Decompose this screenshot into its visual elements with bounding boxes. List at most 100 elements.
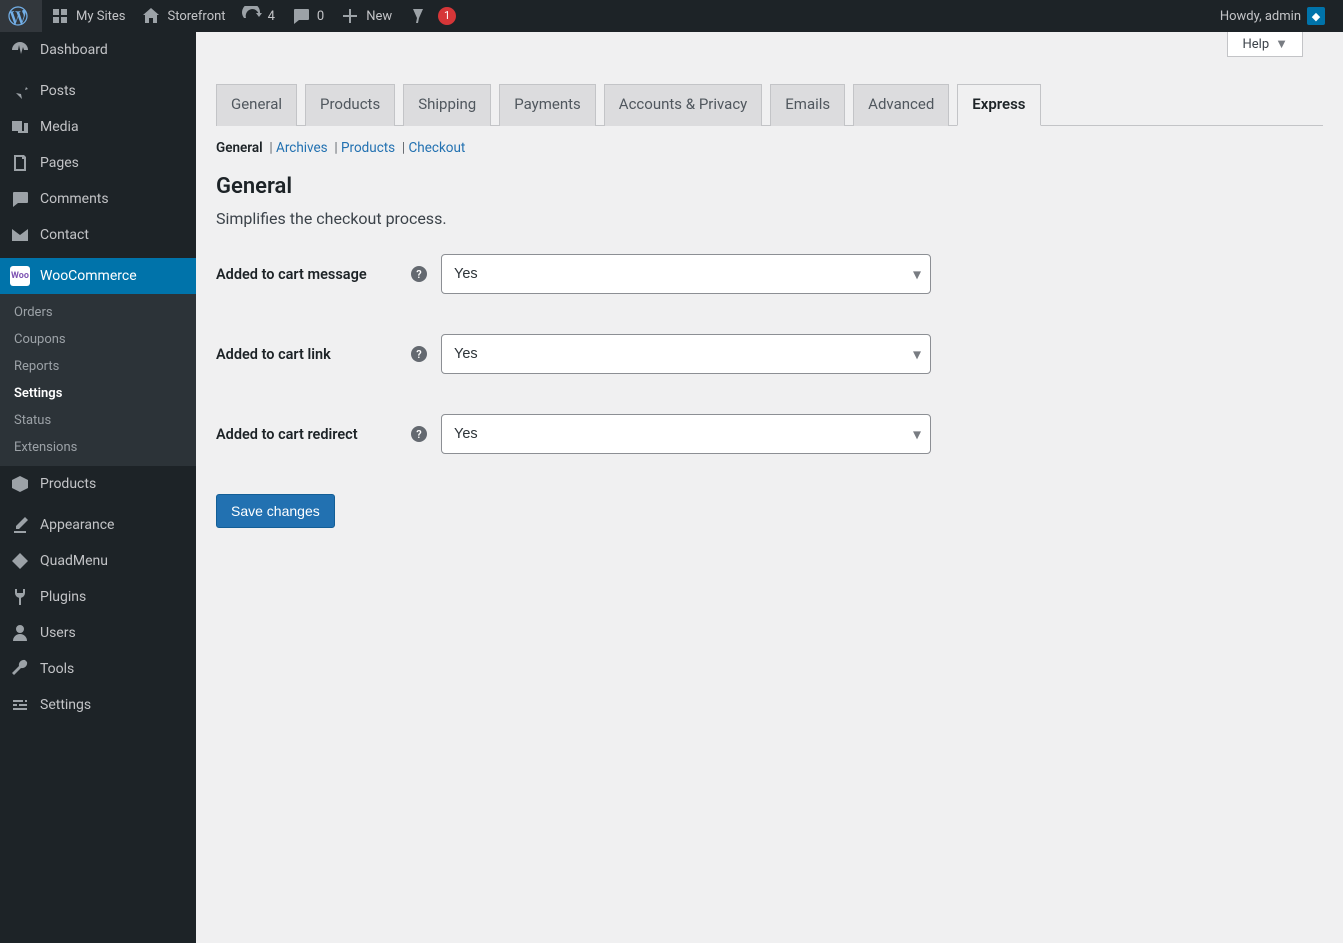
plus-icon (340, 6, 360, 26)
help-icon[interactable]: ? (411, 426, 427, 442)
media-icon (10, 117, 30, 137)
menu-settings-label: Settings (40, 697, 91, 713)
menu-posts[interactable]: Posts (0, 73, 196, 109)
dashboard-icon (10, 40, 30, 60)
tab-general[interactable]: General (216, 84, 297, 126)
menu-products-label: Products (40, 476, 96, 492)
field-added-to-cart-redirect: Added to cart redirect ? Yes ▾ (216, 414, 1323, 454)
subnav-checkout[interactable]: Checkout (409, 140, 466, 156)
diamond-icon (10, 551, 30, 571)
yoast-icon (408, 6, 428, 26)
tab-emails[interactable]: Emails (770, 84, 845, 126)
refresh-icon (242, 6, 262, 26)
menu-tools-label: Tools (40, 661, 74, 677)
submenu-extensions[interactable]: Extensions (0, 434, 196, 461)
menu-users[interactable]: Users (0, 615, 196, 651)
my-sites-label: My Sites (76, 9, 125, 24)
admin-sidebar: Dashboard Posts Media Pages Comments Con… (0, 32, 196, 943)
menu-media[interactable]: Media (0, 109, 196, 145)
tab-express[interactable]: Express (957, 84, 1040, 126)
wp-logo[interactable] (0, 0, 42, 32)
tab-shipping[interactable]: Shipping (403, 84, 491, 126)
section-description: Simplifies the checkout process. (216, 209, 1323, 228)
comments-icon (10, 189, 30, 209)
added-redirect-select[interactable]: Yes (441, 414, 931, 454)
added-link-select[interactable]: Yes (441, 334, 931, 374)
yoast-badge: 1 (438, 7, 456, 25)
pushpin-icon (10, 81, 30, 101)
wrench-icon (10, 659, 30, 679)
settings-tabs: General Products Shipping Payments Accou… (216, 72, 1323, 126)
menu-appearance[interactable]: Appearance (0, 507, 196, 543)
help-toggle[interactable]: Help ▼ (1227, 32, 1303, 57)
section-subnav: General | Archives | Products | Checkout (216, 140, 1323, 156)
box-icon (10, 474, 30, 494)
my-sites-link[interactable]: My Sites (42, 0, 133, 32)
menu-settings[interactable]: Settings (0, 687, 196, 723)
field-label: Added to cart link (216, 346, 331, 363)
tab-products[interactable]: Products (305, 84, 395, 126)
pages-icon (10, 153, 30, 173)
menu-comments[interactable]: Comments (0, 181, 196, 217)
wordpress-icon (8, 6, 28, 26)
howdy-label: Howdy, admin (1220, 9, 1301, 24)
subnav-general[interactable]: General (216, 140, 263, 156)
site-name-label: Storefront (167, 9, 225, 24)
submenu-settings[interactable]: Settings (0, 380, 196, 407)
help-label: Help (1242, 37, 1269, 52)
menu-comments-label: Comments (40, 191, 109, 207)
account-link[interactable]: Howdy, admin ◆ (1212, 0, 1333, 32)
site-link[interactable]: Storefront (133, 0, 233, 32)
menu-products[interactable]: Products (0, 466, 196, 502)
menu-woocommerce[interactable]: Woo WooCommerce (0, 258, 196, 294)
brush-icon (10, 515, 30, 535)
woocommerce-icon: Woo (10, 266, 30, 286)
tab-payments[interactable]: Payments (499, 84, 596, 126)
comments-count: 0 (317, 9, 324, 24)
menu-media-label: Media (40, 119, 79, 135)
submenu-woocommerce: Orders Coupons Reports Settings Status E… (0, 294, 196, 466)
admin-bar: My Sites Storefront 4 0 New 1 Howdy, adm… (0, 0, 1343, 32)
menu-dashboard-label: Dashboard (40, 42, 108, 58)
new-content-link[interactable]: New (332, 0, 400, 32)
added-message-select[interactable]: Yes (441, 254, 931, 294)
submenu-orders[interactable]: Orders (0, 299, 196, 326)
menu-plugins-label: Plugins (40, 589, 86, 605)
field-added-to-cart-message: Added to cart message ? Yes ▾ (216, 254, 1323, 294)
help-icon[interactable]: ? (411, 346, 427, 362)
updates-count: 4 (268, 9, 275, 24)
submenu-status[interactable]: Status (0, 407, 196, 434)
menu-plugins[interactable]: Plugins (0, 579, 196, 615)
comments-link[interactable]: 0 (283, 0, 332, 32)
main-content: Help ▼ General Products Shipping Payment… (196, 32, 1343, 548)
menu-users-label: Users (40, 625, 76, 641)
menu-quadmenu[interactable]: QuadMenu (0, 543, 196, 579)
menu-quadmenu-label: QuadMenu (40, 553, 108, 569)
field-label: Added to cart message (216, 266, 367, 283)
menu-pages[interactable]: Pages (0, 145, 196, 181)
subnav-products[interactable]: Products (341, 140, 395, 156)
plug-icon (10, 587, 30, 607)
help-icon[interactable]: ? (411, 266, 427, 282)
menu-contact[interactable]: Contact (0, 217, 196, 253)
menu-pages-label: Pages (40, 155, 79, 171)
user-icon (10, 623, 30, 643)
new-label: New (366, 9, 392, 24)
menu-dashboard[interactable]: Dashboard (0, 32, 196, 68)
section-title: General (216, 174, 1323, 199)
menu-tools[interactable]: Tools (0, 651, 196, 687)
menu-posts-label: Posts (40, 83, 76, 99)
submenu-reports[interactable]: Reports (0, 353, 196, 380)
mail-icon (10, 225, 30, 245)
save-button[interactable]: Save changes (216, 494, 335, 528)
updates-link[interactable]: 4 (234, 0, 283, 32)
yoast-link[interactable]: 1 (400, 0, 464, 32)
submenu-coupons[interactable]: Coupons (0, 326, 196, 353)
subnav-archives[interactable]: Archives (276, 140, 328, 156)
menu-contact-label: Contact (40, 227, 89, 243)
field-label: Added to cart redirect (216, 426, 358, 443)
tab-advanced[interactable]: Advanced (853, 84, 949, 126)
network-icon (50, 6, 70, 26)
tab-accounts-privacy[interactable]: Accounts & Privacy (604, 84, 762, 126)
chevron-down-icon: ▼ (1275, 36, 1288, 52)
